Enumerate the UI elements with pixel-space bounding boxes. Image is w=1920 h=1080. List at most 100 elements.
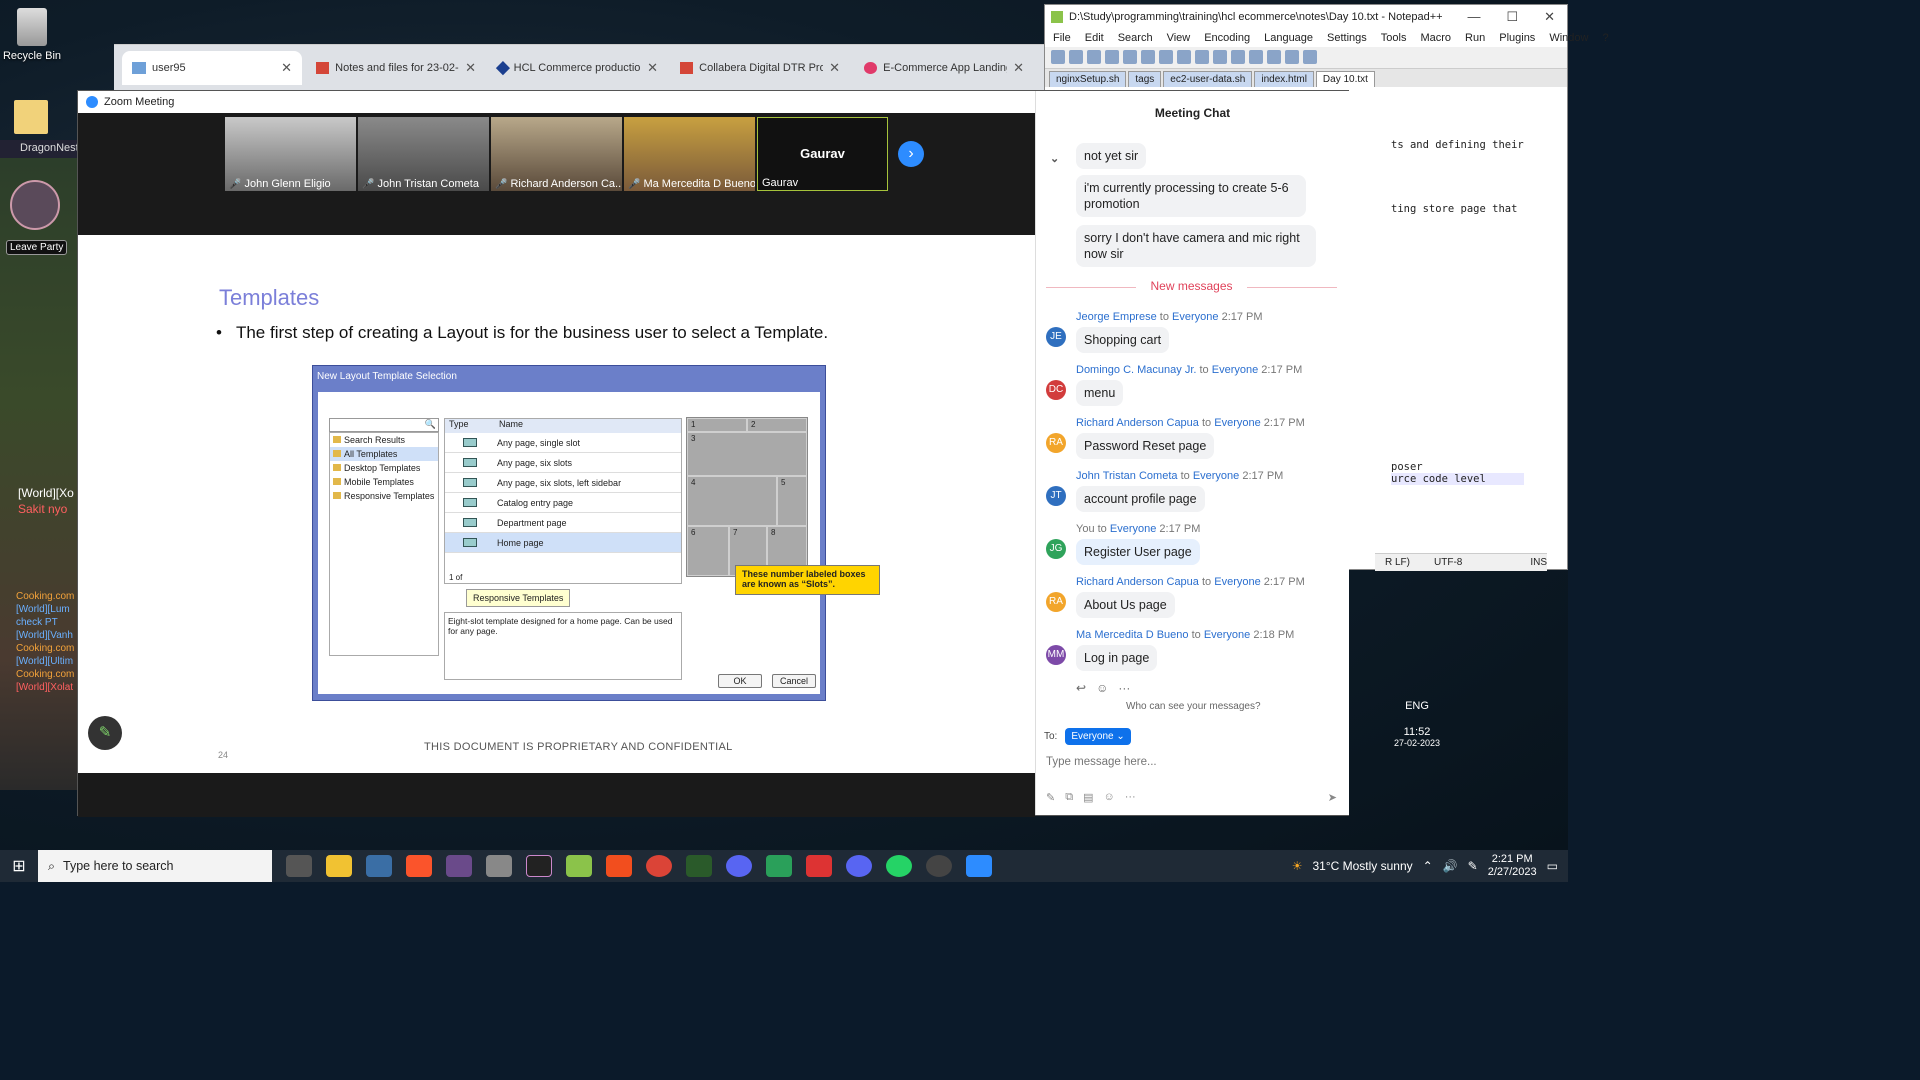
cut-icon[interactable] [1159, 50, 1173, 64]
menu-settings[interactable]: Settings [1327, 32, 1367, 44]
cancel-button[interactable]: Cancel [772, 674, 816, 688]
browser-tab[interactable]: HCL Commerce production en ✕ [488, 51, 668, 85]
redo-icon[interactable] [1231, 50, 1245, 64]
more-icon[interactable]: ··· [1118, 681, 1130, 695]
sender-name[interactable]: Jeorge Emprese [1076, 311, 1157, 323]
template-row[interactable]: Any page, six slots, left sidebar [445, 473, 681, 493]
browser-tab[interactable]: E-Commerce App Landing He ✕ [854, 51, 1034, 85]
close-icon[interactable]: ✕ [281, 60, 292, 76]
new-file-icon[interactable] [1051, 50, 1065, 64]
menu-search[interactable]: Search [1118, 32, 1153, 44]
chrome-icon[interactable] [646, 855, 672, 877]
intellij-icon[interactable] [526, 855, 552, 877]
app-icon[interactable] [926, 855, 952, 877]
reply-icon[interactable]: ↩ [1076, 681, 1086, 695]
find-icon[interactable] [1249, 50, 1263, 64]
participant-tile[interactable]: Gaurav Gaurav [757, 117, 888, 191]
menu-file[interactable]: File [1053, 32, 1071, 44]
template-row[interactable]: Any page, single slot [445, 433, 681, 453]
search-icon[interactable]: 🔍 [425, 419, 436, 430]
app-icon[interactable] [446, 855, 472, 877]
task-view-icon[interactable] [286, 855, 312, 877]
recycle-bin-icon[interactable]: Recycle Bin [0, 8, 64, 62]
file-icon[interactable]: ▤ [1083, 791, 1093, 804]
menu-view[interactable]: View [1167, 32, 1191, 44]
volume-icon[interactable]: 🔊 [1443, 859, 1458, 873]
windows-start-icon[interactable]: ⊞ [0, 856, 38, 876]
zoom-icon[interactable] [966, 855, 992, 877]
zoom-in-icon[interactable] [1285, 50, 1299, 64]
sender-name[interactable]: Richard Anderson Capua [1076, 576, 1199, 588]
weather-text[interactable]: 31°C Mostly sunny [1312, 859, 1412, 873]
menu-window[interactable]: Window [1549, 32, 1588, 44]
tree-item[interactable]: Responsive Templates [330, 489, 438, 503]
tree-item[interactable]: Search Results [330, 433, 438, 447]
pen-icon[interactable]: ✎ [1468, 859, 1478, 873]
menu-language[interactable]: Language [1264, 32, 1313, 44]
browser-tab[interactable]: Collabera Digital DTR Process ✕ [670, 51, 850, 85]
whatsapp-icon[interactable] [886, 855, 912, 877]
maximize-icon[interactable]: ☐ [1506, 9, 1518, 25]
sender-name[interactable]: Domingo C. Macunay Jr. [1076, 364, 1196, 376]
save-icon[interactable] [1087, 50, 1101, 64]
close-file-icon[interactable] [1123, 50, 1137, 64]
print-icon[interactable] [1141, 50, 1155, 64]
minimize-icon[interactable]: — [1467, 9, 1480, 25]
menu-macro[interactable]: Macro [1420, 32, 1451, 44]
discord-icon[interactable] [846, 855, 872, 877]
sender-name[interactable]: Ma Mercedita D Bueno [1076, 629, 1189, 641]
chevron-up-icon[interactable]: ⌃ [1423, 859, 1433, 873]
tree-item[interactable]: All Templates [330, 447, 438, 461]
close-icon[interactable]: ✕ [647, 60, 658, 76]
file-explorer-icon[interactable] [326, 855, 352, 877]
zoom-out-icon[interactable] [1303, 50, 1317, 64]
more-icon[interactable]: ··· [1125, 791, 1136, 804]
menu-help[interactable]: ? [1602, 32, 1608, 44]
leave-party-button[interactable]: Leave Party [6, 240, 68, 255]
who-can-see-link[interactable]: Who can see your messages? [1126, 701, 1261, 712]
format-icon[interactable]: ✎ [1046, 791, 1055, 804]
copy-icon[interactable] [1177, 50, 1191, 64]
app-icon[interactable] [486, 855, 512, 877]
chat-message-input[interactable] [1046, 751, 1336, 773]
screenshot-icon[interactable]: ⧉ [1065, 791, 1073, 804]
app-icon[interactable] [726, 855, 752, 877]
editor-text[interactable]: ts and defining their ting store page th… [1391, 139, 1524, 485]
template-row[interactable]: Department page [445, 513, 681, 533]
tree-item[interactable]: Desktop Templates [330, 461, 438, 475]
template-row-selected[interactable]: Home page [445, 533, 681, 553]
emoji-react-icon[interactable]: ☺ [1096, 681, 1108, 695]
app-icon[interactable] [766, 855, 792, 877]
open-file-icon[interactable] [1069, 50, 1083, 64]
close-icon[interactable]: ✕ [465, 60, 476, 76]
participant-tile[interactable]: 🎤 Richard Anderson Ca... [491, 117, 622, 191]
next-page-arrow-icon[interactable]: › [898, 141, 924, 167]
sender-name[interactable]: Richard Anderson Capua [1076, 417, 1199, 429]
folder-icon[interactable] [14, 100, 48, 134]
menu-encoding[interactable]: Encoding [1204, 32, 1250, 44]
notepadpp-icon[interactable] [566, 855, 592, 877]
send-icon[interactable]: ➤ [1328, 791, 1337, 804]
emoji-icon[interactable]: ☺ [1103, 791, 1114, 804]
template-row[interactable]: Any page, six slots [445, 453, 681, 473]
taskbar-clock[interactable]: 2:21 PM 2/27/2023 [1488, 853, 1537, 879]
participant-tile[interactable]: 🎤 John Glenn Eligio [225, 117, 356, 191]
brave-icon[interactable] [406, 855, 432, 877]
recipient-dropdown[interactable]: Everyone ⌄ [1065, 728, 1131, 745]
menu-tools[interactable]: Tools [1381, 32, 1407, 44]
sender-name[interactable]: John Tristan Cometa [1076, 470, 1178, 482]
close-icon[interactable]: ✕ [1013, 60, 1024, 76]
ok-button[interactable]: OK [718, 674, 762, 688]
annotate-pencil-icon[interactable]: ✎ [88, 716, 122, 750]
app-icon[interactable] [686, 855, 712, 877]
taskbar-search[interactable]: ⌕ Type here to search [38, 850, 272, 882]
close-icon[interactable]: ✕ [1544, 9, 1555, 25]
notification-icon[interactable]: ▭ [1547, 859, 1558, 873]
replace-icon[interactable] [1267, 50, 1281, 64]
undo-icon[interactable] [1213, 50, 1227, 64]
tree-item[interactable]: Mobile Templates [330, 475, 438, 489]
menu-run[interactable]: Run [1465, 32, 1485, 44]
template-row[interactable]: Catalog entry page [445, 493, 681, 513]
close-icon[interactable]: ✕ [829, 60, 840, 76]
menu-edit[interactable]: Edit [1085, 32, 1104, 44]
